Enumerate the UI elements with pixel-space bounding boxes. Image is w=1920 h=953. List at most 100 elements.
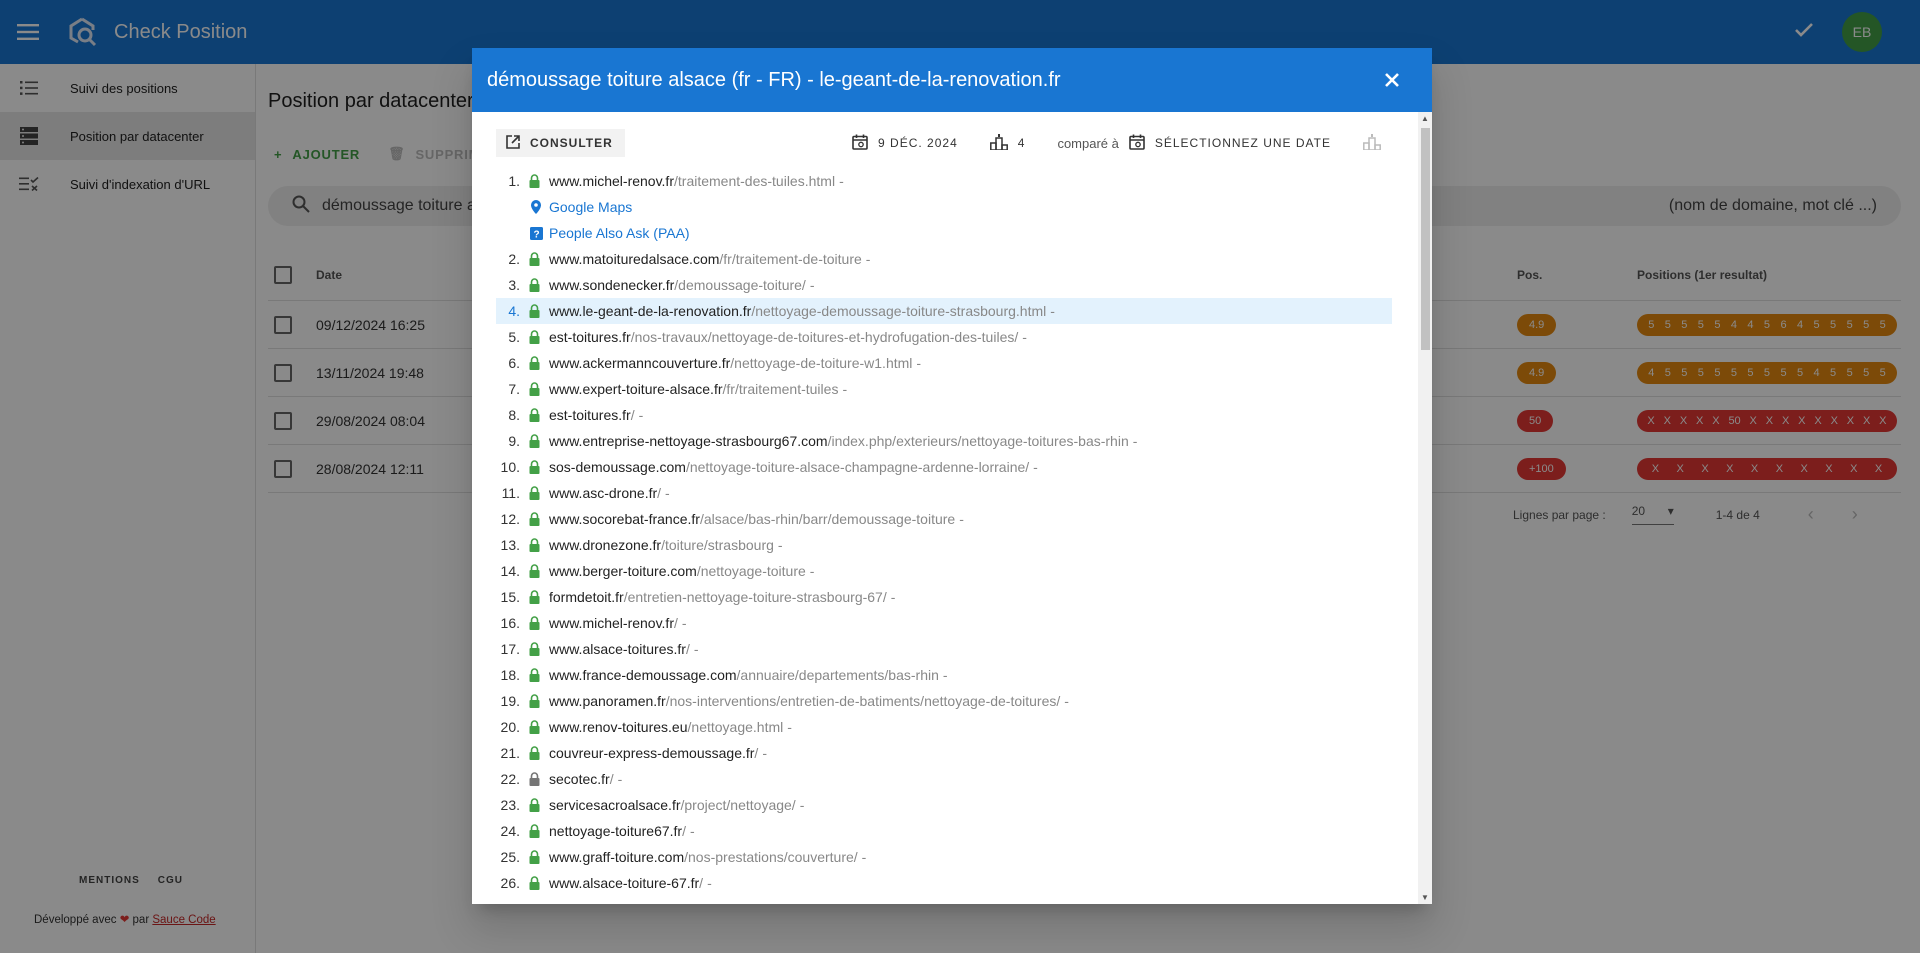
result-path[interactable]: /nettoyage-demoussage-toiture-strasbourg… — [751, 303, 1046, 319]
serp-result[interactable]: 14. www.berger-toiture.com/nettoyage-toit… — [496, 558, 1392, 584]
serp-result[interactable]: 18. www.france-demoussage.com/annuaire/de… — [496, 662, 1392, 688]
result-path[interactable]: / — [699, 875, 703, 891]
result-separator: - — [693, 641, 699, 657]
result-domain[interactable]: www.michel-renov.fr — [549, 173, 674, 189]
result-domain[interactable]: servicesacroalsace.fr — [549, 797, 681, 813]
result-domain[interactable]: www.renov-toitures.eu — [549, 719, 688, 735]
dialog-scrollbar[interactable]: ▲ ▼ — [1418, 112, 1432, 904]
result-domain[interactable]: www.france-demoussage.com — [549, 667, 737, 683]
close-icon[interactable] — [1380, 68, 1404, 92]
result-domain[interactable]: www.sondenecker.fr — [549, 277, 674, 293]
result-domain[interactable]: www.alsace-toitures.fr — [549, 641, 686, 657]
serp-result[interactable]: 5. est-toitures.fr/nos-travaux/nettoyage-… — [496, 324, 1392, 350]
result-path[interactable]: /project/nettoyage/ — [681, 797, 796, 813]
serp-result[interactable]: 13. www.dronezone.fr/toiture/strasbourg - — [496, 532, 1392, 558]
serp-result[interactable]: 20. www.renov-toitures.eu/nettoyage.html - — [496, 714, 1392, 740]
result-path[interactable]: / — [674, 615, 678, 631]
serp-result[interactable]: 12. www.socorebat-france.fr/alsace/bas-rh… — [496, 506, 1392, 532]
lock-icon — [529, 564, 543, 578]
result-path[interactable]: / — [657, 485, 661, 501]
result-path[interactable]: /fr/traitement-tuiles — [723, 381, 839, 397]
result-domain[interactable]: www.le-geant-de-la-renovation.fr — [549, 303, 751, 319]
serp-result[interactable]: 26. www.alsace-toiture-67.fr / - — [496, 870, 1392, 896]
result-domain[interactable]: nettoyage-toiture67.fr — [549, 823, 682, 839]
serp-result[interactable]: 23. servicesacroalsace.fr/project/nettoya… — [496, 792, 1392, 818]
result-domain[interactable]: www.panoramen.fr — [549, 693, 666, 709]
serp-result[interactable]: 7. www.expert-toiture-alsace.fr/fr/traite… — [496, 376, 1392, 402]
serp-result[interactable]: 6. www.ackermanncouverture.fr/nettoyage-d… — [496, 350, 1392, 376]
serp-result[interactable]: 4. www.le-geant-de-la-renovation.fr/netto… — [496, 298, 1392, 324]
result-path[interactable]: /nettoyage.html — [688, 719, 784, 735]
result-domain[interactable]: www.ackermanncouverture.fr — [549, 355, 730, 371]
scroll-down-icon[interactable]: ▼ — [1421, 893, 1429, 902]
result-path[interactable]: /index.php/exterieurs/nettoyage-toitures… — [828, 433, 1129, 449]
result-path[interactable]: / — [754, 745, 758, 761]
feature-label: People Also Ask (PAA) — [549, 225, 690, 241]
serp-result[interactable]: 2. www.matoituredalsace.com/fr/traitement… — [496, 246, 1392, 272]
serp-result[interactable]: 22. secotec.fr / - — [496, 766, 1392, 792]
result-path[interactable]: /nos-interventions/entretien-de-batiment… — [666, 693, 1061, 709]
result-domain[interactable]: secotec.fr — [549, 771, 610, 787]
serp-result[interactable]: 8. est-toitures.fr / - — [496, 402, 1392, 428]
result-path[interactable]: /traitement-des-tuiles.html — [674, 173, 835, 189]
result-rank: 11. — [501, 485, 520, 501]
result-domain[interactable]: couvreur-express-demoussage.fr — [549, 745, 754, 761]
result-domain[interactable]: www.michel-renov.fr — [549, 615, 674, 631]
serp-result[interactable]: 1. www.michel-renov.fr/traitement-des-tui… — [496, 168, 1392, 194]
result-domain[interactable]: www.expert-toiture-alsace.fr — [549, 381, 723, 397]
result-domain[interactable]: www.graff-toiture.com — [549, 849, 684, 865]
dialog-title: démoussage toiture alsace (fr - FR) - le… — [487, 68, 1061, 91]
serp-result[interactable]: 19. www.panoramen.fr/nos-interventions/en… — [496, 688, 1392, 714]
result-separator: - — [762, 745, 767, 761]
result-path[interactable]: /nettoyage-toiture — [697, 563, 806, 579]
result-rank: 22. — [500, 771, 520, 787]
serp-result[interactable]: 17. www.alsace-toitures.fr / - — [496, 636, 1392, 662]
result-domain[interactable]: www.alsace-toiture-67.fr — [549, 875, 699, 891]
select-date-button[interactable]: SÉLECTIONNEZ UNE DATE — [1155, 136, 1331, 150]
result-separator: - — [777, 537, 783, 553]
result-rank: 23. — [500, 797, 520, 813]
serp-result[interactable]: 3. www.sondenecker.fr/demoussage-toiture/… — [496, 272, 1392, 298]
result-domain[interactable]: www.matoituredalsace.com — [549, 251, 719, 267]
lock-icon — [529, 408, 543, 422]
serp-result[interactable]: 11. www.asc-drone.fr / - — [496, 480, 1392, 506]
result-path[interactable]: / — [631, 407, 635, 423]
result-path[interactable]: /annuaire/departements/bas-rhin — [737, 667, 939, 683]
result-path[interactable]: / — [686, 641, 690, 657]
result-rank: 8. — [508, 407, 520, 423]
result-separator: - — [842, 381, 848, 397]
consult-button[interactable]: CONSULTER — [496, 129, 625, 157]
result-path[interactable]: / — [682, 823, 686, 839]
result-domain[interactable]: sos-demoussage.com — [549, 459, 686, 475]
current-date[interactable]: 9 DÉC. 2024 — [878, 136, 958, 150]
result-path[interactable]: /alsace/bas-rhin/barr/demoussage-toiture — [700, 511, 955, 527]
result-domain[interactable]: www.dronezone.fr — [549, 537, 661, 553]
result-path[interactable]: /nettoyage-toiture-alsace-champagne-arde… — [686, 459, 1029, 475]
result-path[interactable]: / — [610, 771, 614, 787]
result-path[interactable]: /fr/traitement-de-toiture — [719, 251, 861, 267]
serp-result[interactable]: 16. www.michel-renov.fr / - — [496, 610, 1392, 636]
serp-result[interactable]: 24. nettoyage-toiture67.fr / - — [496, 818, 1392, 844]
result-domain[interactable]: www.socorebat-france.fr — [549, 511, 700, 527]
serp-result[interactable]: 10. sos-demoussage.com/nettoyage-toiture-… — [496, 454, 1392, 480]
question-icon: ? — [529, 226, 543, 240]
result-path[interactable]: /demoussage-toiture/ — [674, 277, 806, 293]
result-domain[interactable]: formdetoit.fr — [549, 589, 624, 605]
result-domain[interactable]: est-toitures.fr — [549, 329, 631, 345]
serp-result[interactable]: 9. www.entreprise-nettoyage-strasbourg67.… — [496, 428, 1392, 454]
result-path[interactable]: /nos-prestations/couverture/ — [684, 849, 858, 865]
result-path[interactable]: /nettoyage-de-toiture-w1.html — [730, 355, 912, 371]
result-domain[interactable]: www.entreprise-nettoyage-strasbourg67.co… — [549, 433, 828, 449]
result-domain[interactable]: est-toitures.fr — [549, 407, 631, 423]
result-domain[interactable]: www.asc-drone.fr — [549, 485, 657, 501]
result-path[interactable]: /nos-travaux/nettoyage-de-toitures-et-hy… — [631, 329, 1019, 345]
result-path[interactable]: /toiture/strasbourg — [661, 537, 774, 553]
scroll-thumb[interactable] — [1421, 128, 1430, 350]
result-separator: - — [689, 823, 695, 839]
scroll-up-icon[interactable]: ▲ — [1421, 114, 1429, 123]
serp-result[interactable]: 21. couvreur-express-demoussage.fr / - — [496, 740, 1392, 766]
result-domain[interactable]: www.berger-toiture.com — [549, 563, 697, 579]
serp-result[interactable]: 15. formdetoit.fr/entretien-nettoyage-toi… — [496, 584, 1392, 610]
serp-result[interactable]: 25. www.graff-toiture.com/nos-prestations… — [496, 844, 1392, 870]
result-path[interactable]: /entretien-nettoyage-toiture-strasbourg-… — [624, 589, 887, 605]
